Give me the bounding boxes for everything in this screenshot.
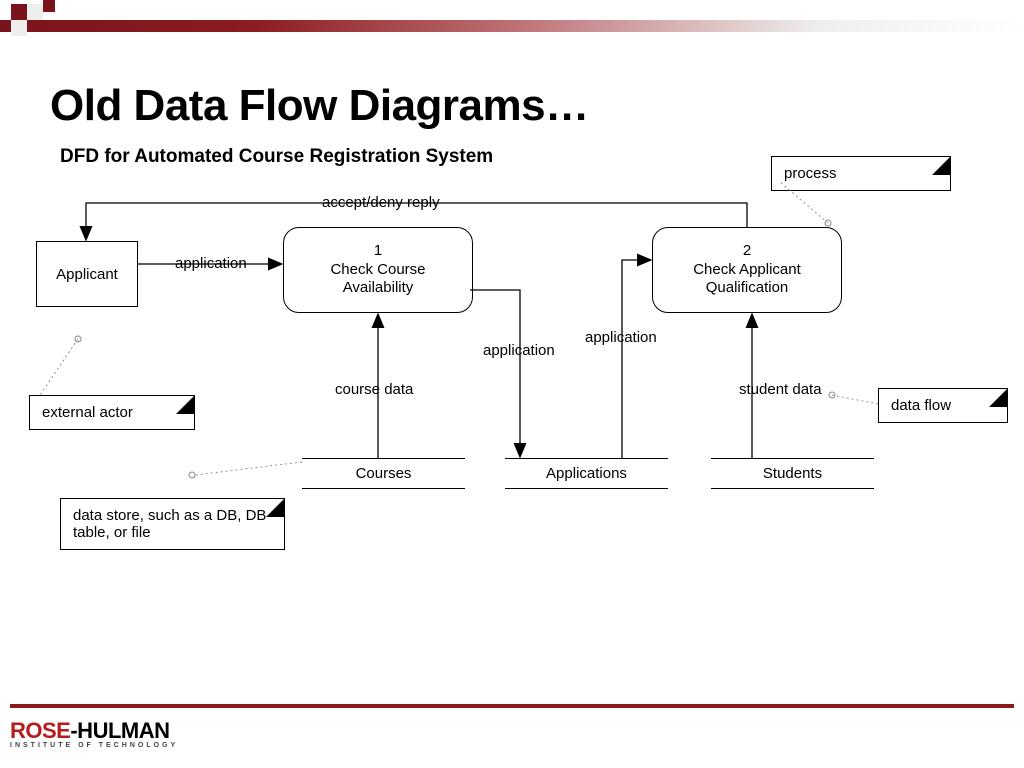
brand-rose: ROSE (10, 718, 70, 743)
store-courses: Courses (302, 458, 465, 489)
legend-data-store-label: data store, such as a DB, DB table, or f… (73, 507, 266, 541)
note-fold-icon (989, 389, 1007, 407)
store-applications-label: Applications (546, 465, 627, 482)
legend-external-actor-label: external actor (42, 404, 133, 421)
flow-course-data: course data (332, 381, 416, 398)
actor-applicant: Applicant (36, 241, 138, 307)
process-check-applicant-qualification: 2 Check Applicant Qualification (652, 227, 842, 313)
flow-accept-deny: accept/deny reply (319, 194, 443, 211)
actor-applicant-label: Applicant (56, 266, 118, 283)
store-applications: Applications (505, 458, 668, 489)
header-motif (0, 0, 1024, 52)
note-fold-icon (932, 157, 950, 175)
store-students-label: Students (763, 465, 822, 482)
legend-data-flow-label: data flow (891, 397, 951, 414)
legend-external-actor: external actor (29, 395, 195, 430)
brand-tagline: INSTITUTE OF TECHNOLOGY (10, 742, 178, 749)
flow-application-3: application (582, 329, 660, 346)
brand-logo: ROSE-HULMAN INSTITUTE OF TECHNOLOGY (10, 718, 178, 749)
process-1-name: Check Course Availability (330, 261, 425, 299)
note-fold-icon (266, 499, 284, 517)
process-1-number: 1 (374, 242, 382, 261)
footer-rule (10, 704, 1014, 708)
note-fold-icon (176, 396, 194, 414)
flow-application-2: application (480, 342, 558, 359)
process-check-course-availability: 1 Check Course Availability (283, 227, 473, 313)
brand-hulman: -HULMAN (70, 718, 169, 743)
legend-data-flow: data flow (878, 388, 1008, 423)
flow-student-data: student data (736, 381, 825, 398)
store-courses-label: Courses (356, 465, 412, 482)
flow-application-1: application (172, 255, 250, 272)
legend-process-label: process (784, 165, 837, 182)
legend-data-store: data store, such as a DB, DB table, or f… (60, 498, 285, 550)
store-students: Students (711, 458, 874, 489)
process-2-name: Check Applicant Qualification (693, 261, 801, 299)
legend-process: process (771, 156, 951, 191)
process-2-number: 2 (743, 242, 751, 261)
slide-title: Old Data Flow Diagrams… (50, 81, 589, 131)
slide-subtitle: DFD for Automated Course Registration Sy… (60, 146, 493, 168)
